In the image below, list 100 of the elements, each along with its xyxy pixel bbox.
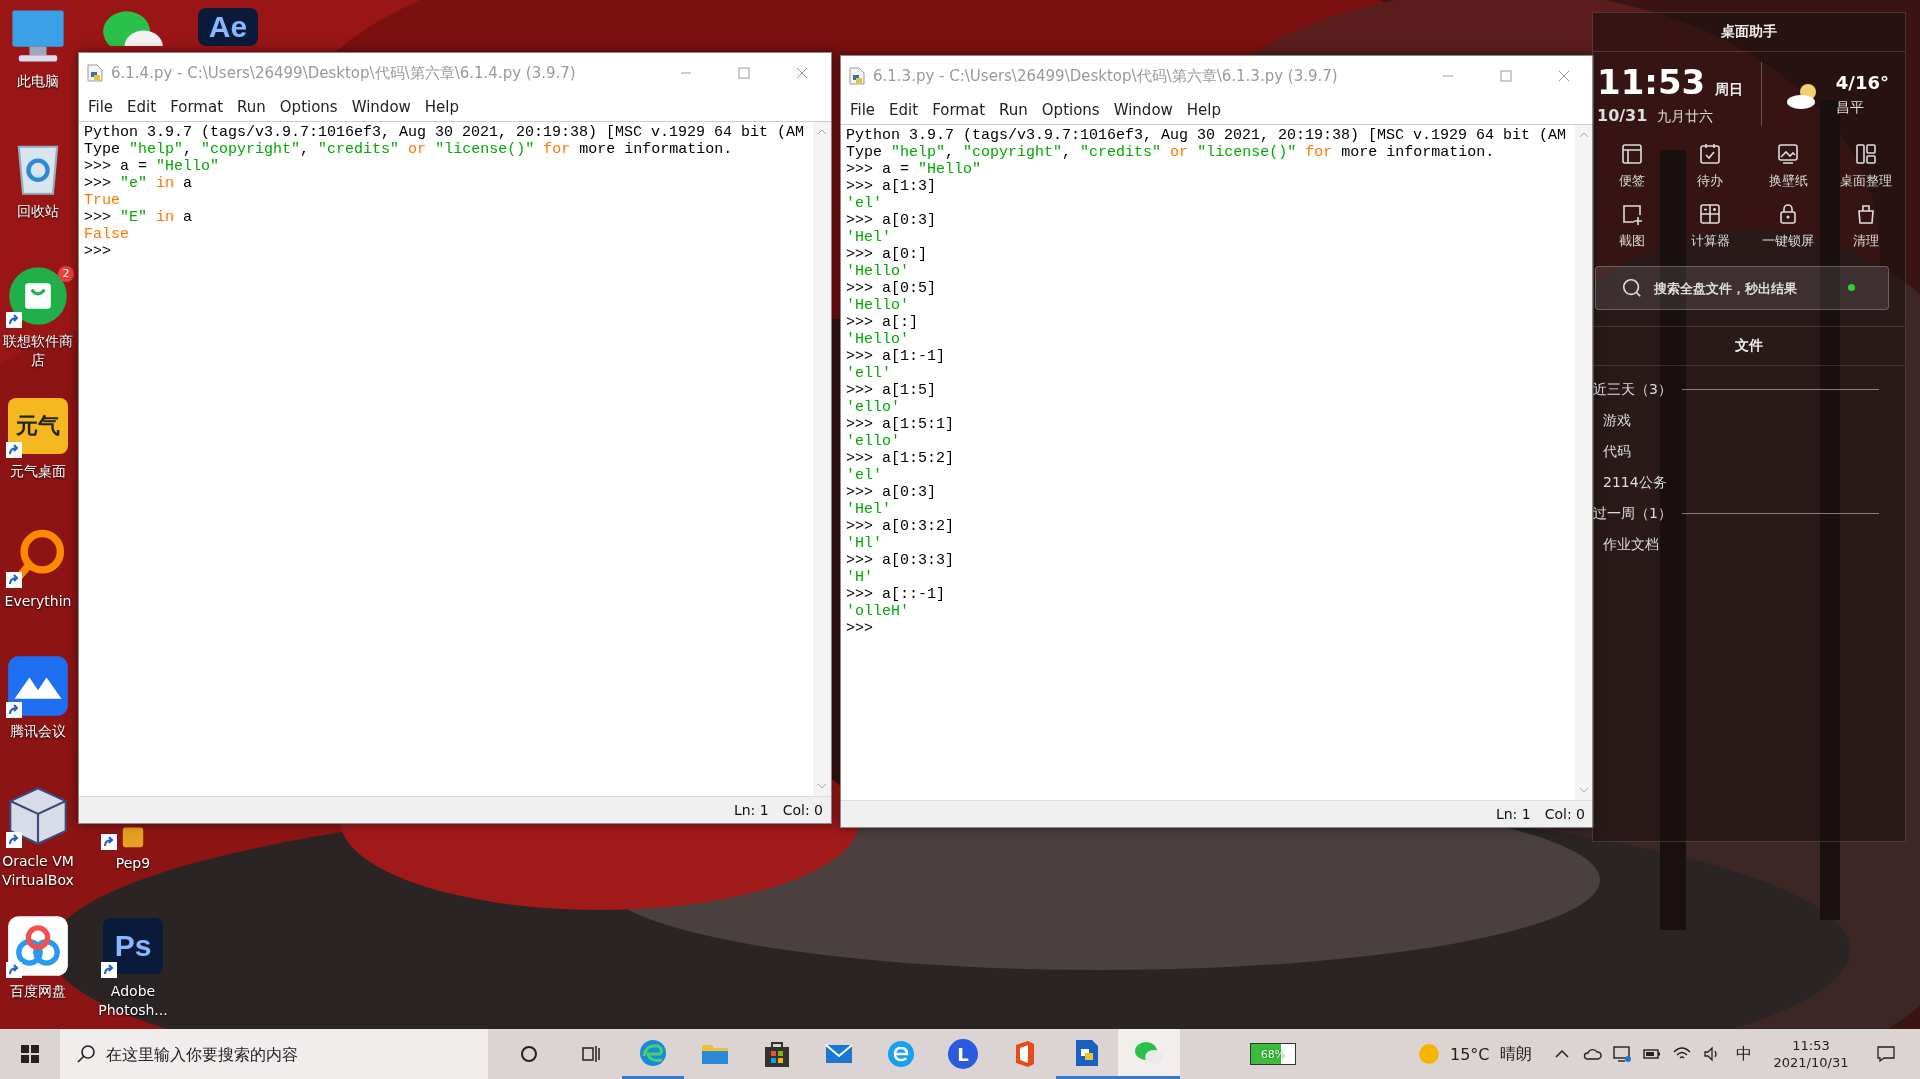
code-line: 'el'	[846, 467, 883, 484]
code-line: >>> a[1:5]	[846, 382, 937, 399]
desktop-icon[interactable]: Pep9	[95, 826, 171, 873]
code-line: 'ell'	[846, 365, 892, 382]
taskbar-search-field[interactable]: 在这里输入你要搜索的内容	[60, 1029, 488, 1079]
status-text: Ln: 1	[1495, 806, 1531, 822]
desktop-icon[interactable]: Ps Adobe Photosh...	[95, 916, 171, 1020]
desktop-icon[interactable]: 腾讯会议	[0, 656, 76, 741]
cube-icon	[6, 786, 70, 846]
code-line: 'ello'	[846, 399, 901, 416]
taskbar-app[interactable]	[1118, 1029, 1180, 1079]
menu-item[interactable]: Run	[230, 94, 273, 120]
app-logo: L	[948, 1039, 978, 1069]
folder-item[interactable]: 游戏	[1593, 405, 1905, 436]
lunar-date-text: 九月廿六	[1657, 108, 1714, 126]
menu-item[interactable]: Edit	[120, 94, 164, 120]
code-line: 'Hel'	[846, 501, 892, 518]
folder-item[interactable]: 作业文档	[1593, 529, 1905, 560]
notes-icon	[1620, 142, 1644, 166]
code-line: 'el'	[846, 195, 883, 212]
clock-button[interactable]: 11:53 2021/10/31	[1765, 1038, 1857, 1070]
code-line: >>> a[1:5:1]	[846, 416, 956, 433]
group-label[interactable]: 近三天（3）	[1593, 380, 1672, 399]
window-title: 6.1.3.py - C:\Users\26499\Desktop\代码\第六章\6.1.3.py (3.9.7)	[873, 66, 1339, 86]
code-line: >>> a[1:3]	[846, 178, 937, 195]
scrollbar[interactable]	[813, 122, 831, 796]
code-line: >>> a[::-1]	[846, 586, 947, 603]
desktop-icon[interactable]: 百度网盘	[0, 916, 76, 1001]
online-dot-icon	[1848, 284, 1855, 291]
maximize-icon	[738, 67, 750, 79]
menu-item[interactable]: File	[843, 97, 883, 123]
tool-button[interactable]: 便签	[1593, 140, 1671, 192]
code-line: Python 3.9.7 (tags/v3.9.7:1016ef3, Aug 30 2021, 20:19:38) [MSC v.1929 64 bit (AM	[84, 124, 806, 141]
code-line: 'Hello'	[846, 331, 910, 348]
menu-item[interactable]: Run	[992, 97, 1035, 123]
code-line: Type "help", "copyright", "credits" or "license()" for more information.	[846, 144, 1496, 161]
notification-icon[interactable]	[1876, 1044, 1897, 1064]
tool-button[interactable]: 计算器	[1671, 200, 1749, 252]
menu-item[interactable]: Edit	[882, 97, 926, 123]
desktop-icon[interactable]: 元气 元气桌面	[0, 396, 76, 481]
city-text: 昌平	[1835, 98, 1865, 117]
close-icon	[1558, 70, 1570, 82]
desktop-icon[interactable]: Ae	[190, 6, 266, 46]
status-text: Col: 0	[782, 802, 823, 818]
menu-item[interactable]: Window	[1106, 97, 1180, 123]
taskbar-app[interactable]: L	[932, 1029, 994, 1079]
app-logo: Ps	[103, 918, 163, 974]
weather-temperature[interactable]: 15°C	[1450, 1044, 1490, 1064]
tool-button[interactable]: 一键锁屏	[1749, 200, 1827, 252]
menu-item[interactable]: Window	[344, 94, 418, 120]
code-line: True	[84, 192, 121, 209]
code-line: >>>	[84, 243, 112, 260]
circle-icon	[519, 1044, 539, 1064]
weekday-text: 周日	[1715, 81, 1744, 99]
cloud-logo-icon	[6, 916, 70, 976]
status-text: Ln: 1	[733, 802, 769, 818]
temperature-text: 4/16°	[1835, 71, 1889, 93]
panel-title: 桌面助手	[1593, 13, 1905, 52]
code-line: 'H'	[846, 569, 874, 586]
desktop-icon[interactable]: 回收站	[0, 136, 76, 221]
group-label[interactable]: 过一周（1）	[1593, 504, 1672, 523]
code-line: False	[84, 226, 130, 243]
input-method-indicator[interactable]: 中	[1735, 1043, 1752, 1065]
menu-item[interactable]: Help	[1179, 97, 1229, 123]
code-line: >>> "e" in a	[84, 175, 194, 192]
scrollbar[interactable]	[1575, 125, 1593, 800]
desktop-icon[interactable]: 2 联想软件商店	[0, 266, 76, 370]
code-line: >>> a[1:5:2]	[846, 450, 956, 467]
windows-logo-icon	[20, 1044, 40, 1064]
desktop-icon[interactable]: Everythin	[0, 526, 76, 611]
code-line: 'olleH'	[846, 603, 910, 620]
menu-item[interactable]: Options	[1034, 97, 1107, 123]
desktop-icon[interactable]: Oracle VM VirtualBox	[0, 786, 76, 890]
menu-item[interactable]: Options	[272, 94, 345, 120]
menu-item[interactable]: Format	[163, 94, 231, 120]
tool-button[interactable]: 桌面整理	[1827, 140, 1905, 192]
layout-icon	[1854, 142, 1878, 166]
desktop-icon[interactable]: 此电脑	[0, 6, 76, 91]
task-view-icon	[581, 1044, 601, 1064]
code-line: Type "help", "copyright", "credits" or "license()" for more information.	[84, 141, 734, 158]
tool-button[interactable]: 换壁纸	[1749, 140, 1827, 192]
maximize-icon	[1500, 70, 1512, 82]
section-header: 文件	[1593, 326, 1905, 366]
code-line: >>> a[:]	[846, 314, 919, 331]
tool-button[interactable]: 待办	[1671, 140, 1749, 192]
monitor-icon[interactable]	[1611, 1044, 1632, 1064]
menu-item[interactable]: File	[81, 94, 121, 120]
tool-button[interactable]: 截图	[1593, 200, 1671, 252]
menu-item[interactable]: Help	[417, 94, 467, 120]
code-line: >>> "E" in a	[84, 209, 194, 226]
screenshot-icon	[1620, 202, 1644, 226]
code-line: 'Hel'	[846, 229, 892, 246]
search-icon	[76, 1044, 96, 1064]
tool-button[interactable]: 清理	[1827, 200, 1905, 252]
weather-condition[interactable]: 晴朗	[1499, 1043, 1532, 1065]
clock-time: 11:53	[1597, 62, 1706, 102]
menu-item[interactable]: Format	[925, 97, 993, 123]
folder-item[interactable]: 2114公务	[1593, 467, 1905, 498]
folder-item[interactable]: 代码	[1593, 436, 1905, 467]
code-line: 'Hl'	[846, 535, 883, 552]
